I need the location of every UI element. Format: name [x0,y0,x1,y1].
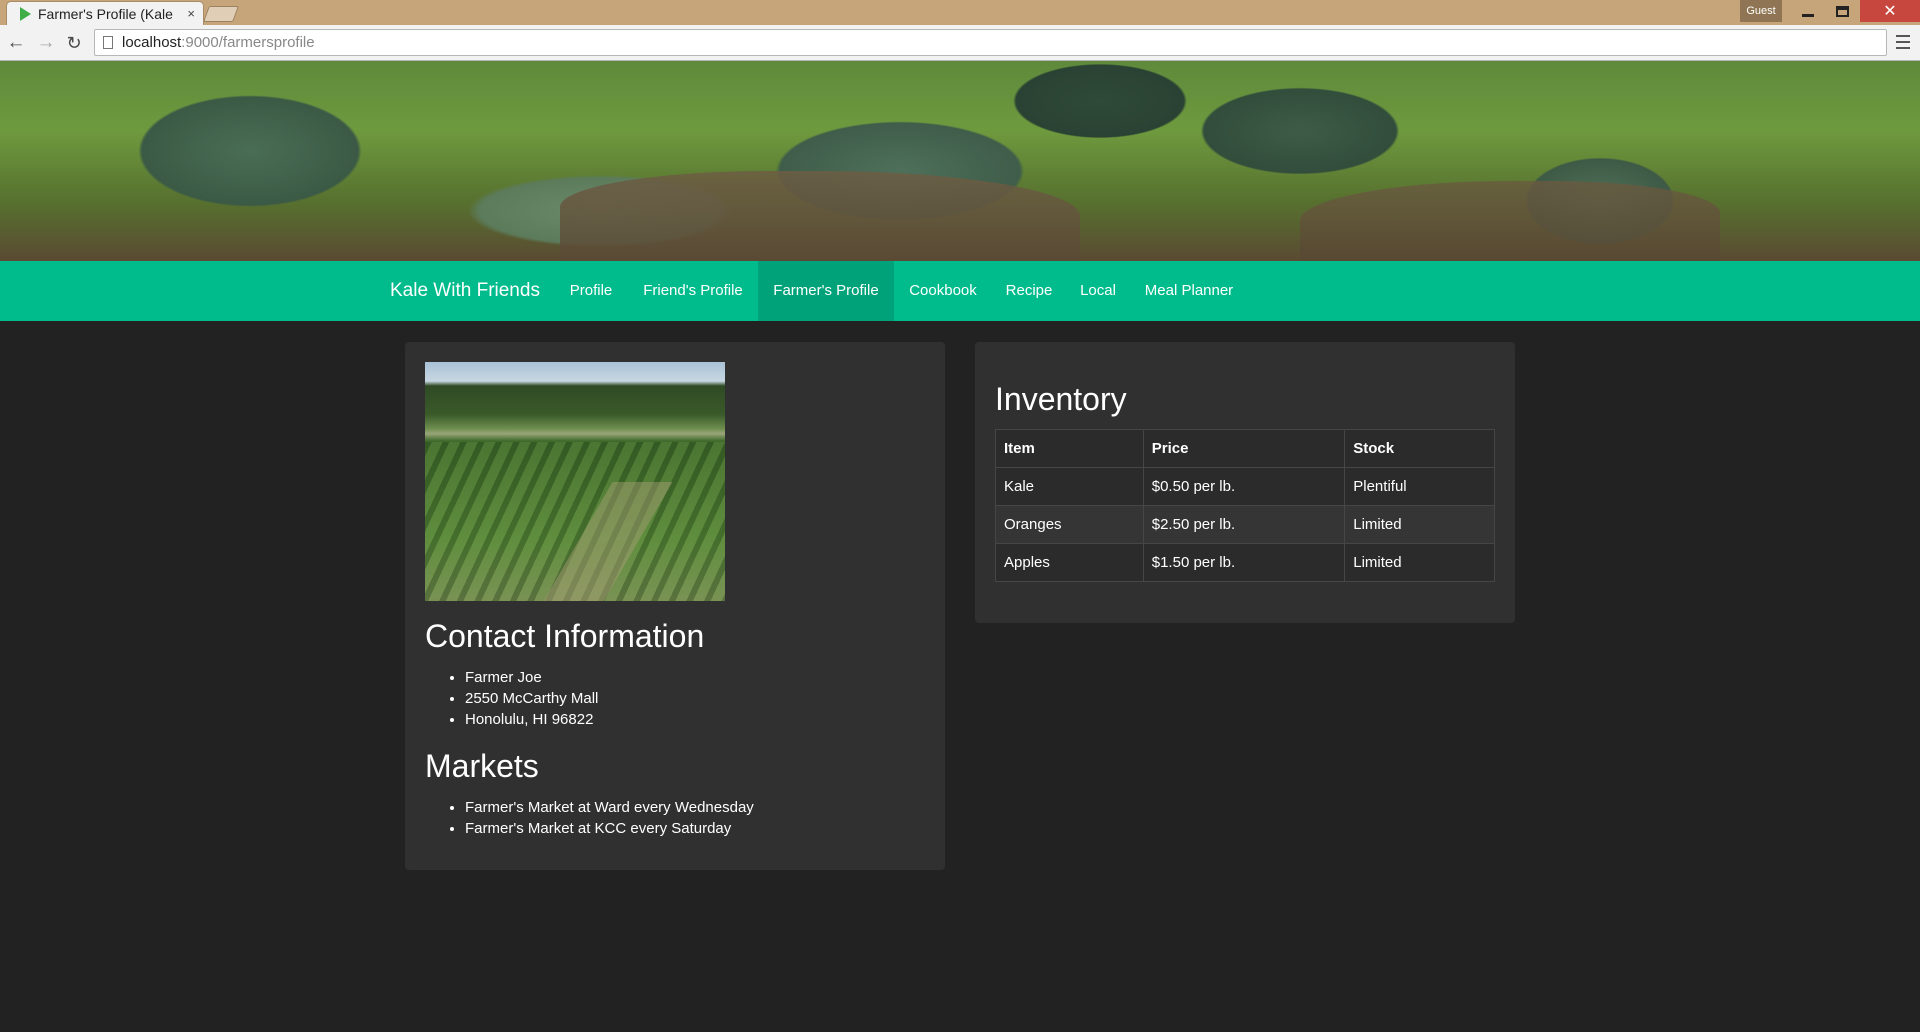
table-cell: Apples [995,543,1144,582]
list-item: Farmer's Market at KCC every Saturday [465,818,754,839]
list-item: Honolulu, HI 96822 [465,709,598,730]
table-cell: Limited [1344,505,1495,544]
url-path: :9000/farmersprofile [181,34,315,51]
farmer-info-panel: Contact Information Farmer Joe 2550 McCa… [405,342,945,870]
tab-close-icon[interactable]: × [187,6,195,21]
close-window-button[interactable]: ✕ [1860,0,1920,22]
minimize-icon [1802,13,1814,17]
table-cell: Limited [1344,543,1495,582]
table-cell: Oranges [995,505,1144,544]
brand-link[interactable]: Kale With Friends [390,261,540,321]
url-text: localhost:9000/farmersprofile [122,34,315,51]
column-header-price: Price [1142,429,1346,468]
page-icon [103,36,113,49]
list-item: Farmer Joe [465,667,598,688]
browser-titlebar: Farmer's Profile (Kale × Guest ✕ [0,0,1920,25]
nav-item-local[interactable]: Local [1066,261,1130,321]
farm-field-photo [425,362,725,601]
new-tab-button[interactable] [203,6,239,22]
nav-item-profile[interactable]: Profile [554,261,628,321]
menu-icon[interactable] [1896,35,1910,49]
markets-list: Farmer's Market at Ward every Wednesday … [465,797,754,839]
table-cell: $0.50 per lb. [1142,467,1346,506]
table-cell: $2.50 per lb. [1142,505,1346,544]
nav-item-friends-profile[interactable]: Friend's Profile [628,261,758,321]
kale-banner-image [0,61,1920,261]
minimize-window-button[interactable] [1793,0,1823,22]
close-icon: ✕ [1883,3,1897,20]
nav-item-meal-planner[interactable]: Meal Planner [1130,261,1248,321]
list-item: 2550 McCarthy Mall [465,688,598,709]
forward-arrow-icon[interactable]: → [35,32,57,54]
column-header-stock: Stock [1344,429,1495,468]
markets-heading: Markets [425,748,539,784]
reload-icon[interactable]: ↻ [63,32,85,54]
table-cell: Plentiful [1344,467,1495,506]
browser-tab[interactable]: Farmer's Profile (Kale × [6,1,204,25]
guest-profile-badge[interactable]: Guest [1740,0,1782,22]
nav-item-recipe[interactable]: Recipe [992,261,1066,321]
maximize-icon [1835,5,1849,17]
table-row: Apples $1.50 per lb. Limited [995,543,1495,582]
tab-title: Farmer's Profile (Kale [38,5,173,22]
play-favicon-icon [20,6,31,21]
browser-toolbar: ← → ↻ localhost:9000/farmersprofile [0,25,1920,61]
table-header-row: Item Price Stock [995,429,1495,468]
inventory-table: Item Price Stock Kale $0.50 per lb. Plen… [995,429,1495,582]
nav-item-farmers-profile[interactable]: Farmer's Profile [758,261,894,321]
maximize-window-button[interactable] [1827,0,1857,22]
site-navbar: Kale With Friends Profile Friend's Profi… [0,261,1920,321]
table-row: Oranges $2.50 per lb. Limited [995,505,1495,544]
column-header-item: Item [995,429,1144,468]
table-cell: $1.50 per lb. [1142,543,1346,582]
contact-list: Farmer Joe 2550 McCarthy Mall Honolulu, … [465,667,598,730]
inventory-panel: Inventory Item Price Stock Kale $0.50 pe… [975,342,1515,623]
table-cell: Kale [995,467,1144,506]
nav-item-cookbook[interactable]: Cookbook [894,261,992,321]
inventory-heading: Inventory [995,381,1127,417]
list-item: Farmer's Market at Ward every Wednesday [465,797,754,818]
contact-information-heading: Contact Information [425,618,705,654]
back-arrow-icon[interactable]: ← [5,32,27,54]
address-bar[interactable]: localhost:9000/farmersprofile [94,29,1887,56]
table-row: Kale $0.50 per lb. Plentiful [995,467,1495,506]
url-host: localhost [122,34,182,51]
